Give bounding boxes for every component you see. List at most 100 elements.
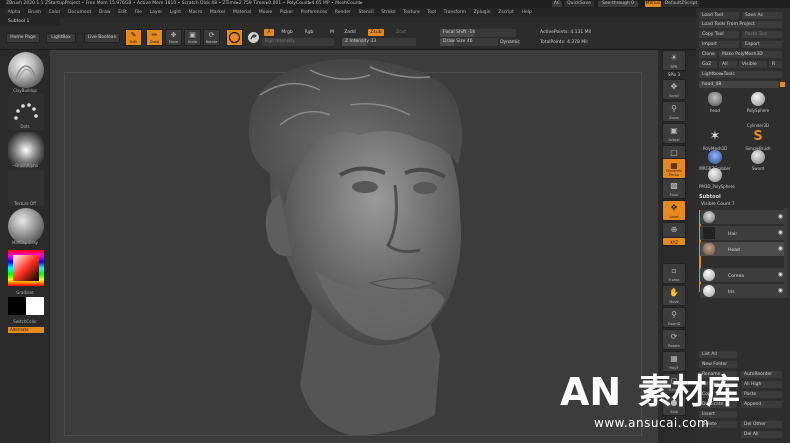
eye-icon[interactable]: ◉ [778, 287, 783, 294]
goz-visible-button[interactable]: Visible [739, 61, 767, 68]
scale-button[interactable]: ▣ Scale [184, 29, 201, 46]
actual-button[interactable]: ▣ Actual [662, 123, 686, 144]
ac-toggle[interactable]: AC [552, 1, 562, 7]
subtool-section-title[interactable]: Subtool [699, 194, 785, 201]
menu-marker[interactable]: Marker [207, 8, 229, 18]
secondary-color-swatch[interactable] [8, 297, 26, 315]
home-page-button[interactable]: Home Page [6, 33, 40, 43]
local-button[interactable]: ✥ Local [662, 200, 686, 221]
subtool-row-selected[interactable]: Head ◉ [700, 242, 786, 256]
move-button[interactable]: ✥ Move [165, 29, 182, 46]
floor-button[interactable]: ▩ Floor [662, 178, 686, 199]
lightbox-tools-button[interactable]: Lightbox▸Tools [699, 71, 782, 78]
menu-help[interactable]: Help [518, 8, 534, 18]
tool-sword[interactable]: Sword [742, 150, 774, 176]
dynamic-toggle[interactable]: Dynamic [500, 39, 520, 46]
subtool-row[interactable]: Iris ◉ [700, 284, 786, 298]
live-boolean-button[interactable]: Live Boolean [84, 33, 120, 43]
zcut-toggle[interactable]: Zcut [394, 29, 408, 36]
make-polymesh-button[interactable]: Make PolyMesh3D [719, 51, 782, 58]
sphere-brush-button[interactable] [226, 29, 243, 46]
menu-zplugin[interactable]: Zplugin [471, 8, 494, 18]
menu-alpha[interactable]: Alpha [5, 8, 24, 18]
move-view-button[interactable]: ✋ Move [662, 285, 686, 306]
import-button[interactable]: Import [699, 41, 739, 48]
save-as-button[interactable]: Save As [742, 12, 782, 19]
rotate-view-button[interactable]: ⟳ Rotate [662, 329, 686, 350]
new-folder-button[interactable]: New Folder [699, 361, 737, 368]
focal-shift-slider[interactable]: Focal Shift -14 [440, 29, 516, 37]
spix-setting[interactable]: SPix 3 [662, 72, 686, 78]
zsub-toggle[interactable]: Zsub [368, 29, 384, 36]
swirl-button[interactable] [245, 29, 262, 46]
menu-render[interactable]: Render [332, 8, 354, 18]
eye-icon[interactable]: ◉ [778, 271, 783, 278]
rotate-button[interactable]: ⟳ Rotate [203, 29, 220, 46]
zoom-button[interactable]: ⚲ Zoom [662, 101, 686, 122]
sculpted-head-model[interactable] [220, 55, 490, 440]
rgb-toggle[interactable]: Rgb [302, 29, 316, 36]
lightbox-button[interactable]: LightBox [46, 33, 76, 43]
tool-pm3d-polysphere[interactable]: PM3D_PolySphere [699, 168, 735, 194]
subtool-row[interactable]: Cornea ◉ [700, 268, 786, 282]
goz-r-button[interactable]: R [769, 61, 782, 68]
menu-edit[interactable]: Edit [115, 8, 130, 18]
export-button[interactable]: Export [742, 41, 782, 48]
color-picker[interactable] [8, 250, 44, 286]
subtool-row[interactable]: Hair ◉ [700, 226, 786, 240]
primary-color-swatch[interactable] [26, 297, 44, 315]
eye-icon[interactable]: ◉ [778, 213, 783, 220]
menu-zscript[interactable]: Zscript [495, 8, 517, 18]
default-script-button[interactable]: DefaultZScript [663, 1, 699, 7]
a-toggle[interactable]: A [264, 29, 274, 36]
see-through-slider[interactable]: See-through 0 [598, 1, 638, 7]
menu-layer[interactable]: Layer [147, 8, 166, 18]
eye-icon[interactable]: ◉ [778, 245, 783, 252]
bpr-button[interactable]: ☀ BPR [662, 50, 686, 71]
brush-thumbnail[interactable] [8, 52, 44, 88]
load-tool-button[interactable]: Load Tool [699, 12, 739, 19]
menu-texture[interactable]: Texture [400, 8, 422, 18]
clone-button[interactable]: Clone [699, 51, 717, 58]
subtool-row[interactable]: ◉ [700, 210, 786, 224]
xyz-button[interactable]: XYZ [662, 237, 686, 246]
polyf-button[interactable]: ▦ PolyF [662, 351, 686, 372]
z-intensity-slider[interactable]: Z Intensity 33 [342, 38, 416, 46]
menu-movie[interactable]: Movie [256, 8, 275, 18]
mrgb-toggle[interactable]: Mrgb [278, 29, 296, 36]
m-toggle[interactable]: M [328, 29, 336, 36]
switch-color-button[interactable]: SwitchColor [0, 319, 50, 324]
material-thumbnail[interactable] [8, 208, 44, 244]
tool-head[interactable]: head [699, 92, 731, 118]
list-all-button[interactable]: List All [699, 351, 737, 358]
menus-button[interactable]: Menus [645, 1, 661, 7]
menu-light[interactable]: Light [167, 8, 184, 18]
edit-button[interactable]: ✎ Edit [125, 29, 142, 46]
paste-tool-button[interactable]: Paste Tool [742, 31, 782, 38]
zadd-toggle[interactable]: Zadd [342, 29, 358, 36]
persp-button[interactable]: ▦ Dynamic Persp [662, 158, 686, 179]
eye-icon[interactable]: ◉ [778, 229, 783, 236]
menu-draw[interactable]: Draw [96, 8, 114, 18]
frame-button[interactable]: ▫ Frame [662, 263, 686, 284]
menu-file[interactable]: File [132, 8, 146, 18]
tool-slider-handle[interactable] [780, 82, 785, 87]
scroll-button[interactable]: ✥ Scroll [662, 79, 686, 100]
menu-stroke[interactable]: Stroke [378, 8, 398, 18]
goz-all-button[interactable]: All [719, 61, 737, 68]
goz-button[interactable]: GoZ [699, 61, 717, 68]
rgb-intensity-slider[interactable]: Rgb Intensity [262, 38, 334, 46]
alternate-button[interactable]: Alternate [8, 327, 44, 333]
load-from-project-button[interactable]: Load Tools From Project [699, 21, 782, 28]
draw-size-slider[interactable]: Draw Size 46 [440, 38, 498, 46]
menu-macro[interactable]: Macro [186, 8, 206, 18]
menu-stencil[interactable]: Stencil [355, 8, 376, 18]
draw-button[interactable]: ✏ Draw [146, 29, 163, 46]
menu-preferences[interactable]: Preferences [298, 8, 330, 18]
quicksave-button[interactable]: QuickSave [564, 1, 594, 7]
menu-picker[interactable]: Picker [277, 8, 296, 18]
menu-material[interactable]: Material [230, 8, 254, 18]
current-tool-slider[interactable]: head_48 [699, 81, 779, 88]
menu-color[interactable]: Color [46, 8, 64, 18]
menu-brush[interactable]: Brush [25, 8, 44, 18]
